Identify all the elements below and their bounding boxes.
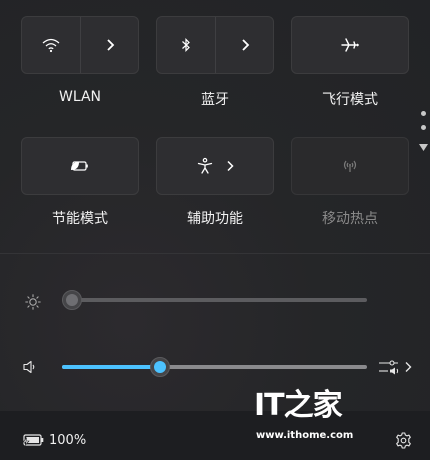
- watermark: IT之家 www.ithome.com: [250, 388, 354, 444]
- battery-saver-label: 节能模式: [52, 211, 108, 227]
- battery-percentage: 100%: [49, 432, 87, 448]
- audio-output-icon: [379, 360, 399, 375]
- volume-slider-thumb[interactable]: [149, 357, 170, 377]
- wifi-icon: [42, 38, 60, 53]
- chevron-right-icon: [405, 362, 412, 372]
- chevron-right-icon: [242, 39, 250, 51]
- hotspot-icon: [343, 160, 357, 172]
- airplane-toggle-button[interactable]: [292, 17, 408, 73]
- brightness-icon: [25, 294, 41, 310]
- battery-saver-toggle-button[interactable]: [22, 138, 138, 194]
- watermark-logo: IT之家: [254, 388, 343, 423]
- section-divider: [0, 253, 430, 254]
- wlan-tile: [21, 16, 139, 74]
- hotspot-toggle-button: [292, 138, 408, 194]
- page-dot-2[interactable]: [421, 125, 426, 130]
- bluetooth-icon: [182, 38, 190, 52]
- accessibility-label: 辅助功能: [187, 211, 243, 227]
- accessibility-icon: [197, 157, 213, 174]
- volume-slider[interactable]: [62, 365, 367, 369]
- wlan-expand-button[interactable]: [81, 17, 139, 73]
- battery-charging-icon: [22, 434, 44, 446]
- bluetooth-tile: [156, 16, 274, 74]
- watermark-url: www.ithome.com: [256, 430, 354, 441]
- airplane-icon: [341, 38, 359, 52]
- airplane-tile[interactable]: [291, 16, 409, 74]
- wlan-label: WLAN: [58, 89, 101, 105]
- chevron-right-icon: [227, 160, 234, 172]
- brightness-slider[interactable]: [62, 298, 367, 302]
- chevron-right-icon: [107, 39, 115, 51]
- bluetooth-expand-button[interactable]: [216, 17, 274, 73]
- bluetooth-label: 蓝牙: [201, 92, 229, 108]
- airplane-label: 飞行模式: [322, 92, 378, 108]
- hotspot-label: 移动热点: [322, 211, 378, 227]
- footer-bar: 100%: [0, 411, 430, 460]
- audio-output-button[interactable]: [378, 356, 414, 378]
- battery-status-button[interactable]: 100%: [22, 430, 86, 450]
- battery-saver-icon: [71, 161, 88, 171]
- speaker-icon[interactable]: [22, 359, 38, 375]
- accessibility-button[interactable]: [157, 138, 273, 194]
- volume-slider-fill: [62, 365, 160, 369]
- battery-saver-tile[interactable]: [21, 137, 139, 195]
- gear-icon[interactable]: [395, 432, 412, 449]
- hotspot-tile: [291, 137, 409, 195]
- wlan-toggle-button[interactable]: [22, 17, 80, 73]
- accessibility-tile[interactable]: [156, 137, 274, 195]
- brightness-slider-thumb[interactable]: [62, 290, 82, 310]
- bluetooth-toggle-button[interactable]: [157, 17, 215, 73]
- scroll-down-icon[interactable]: [418, 143, 429, 152]
- page-dot-1[interactable]: [421, 111, 426, 116]
